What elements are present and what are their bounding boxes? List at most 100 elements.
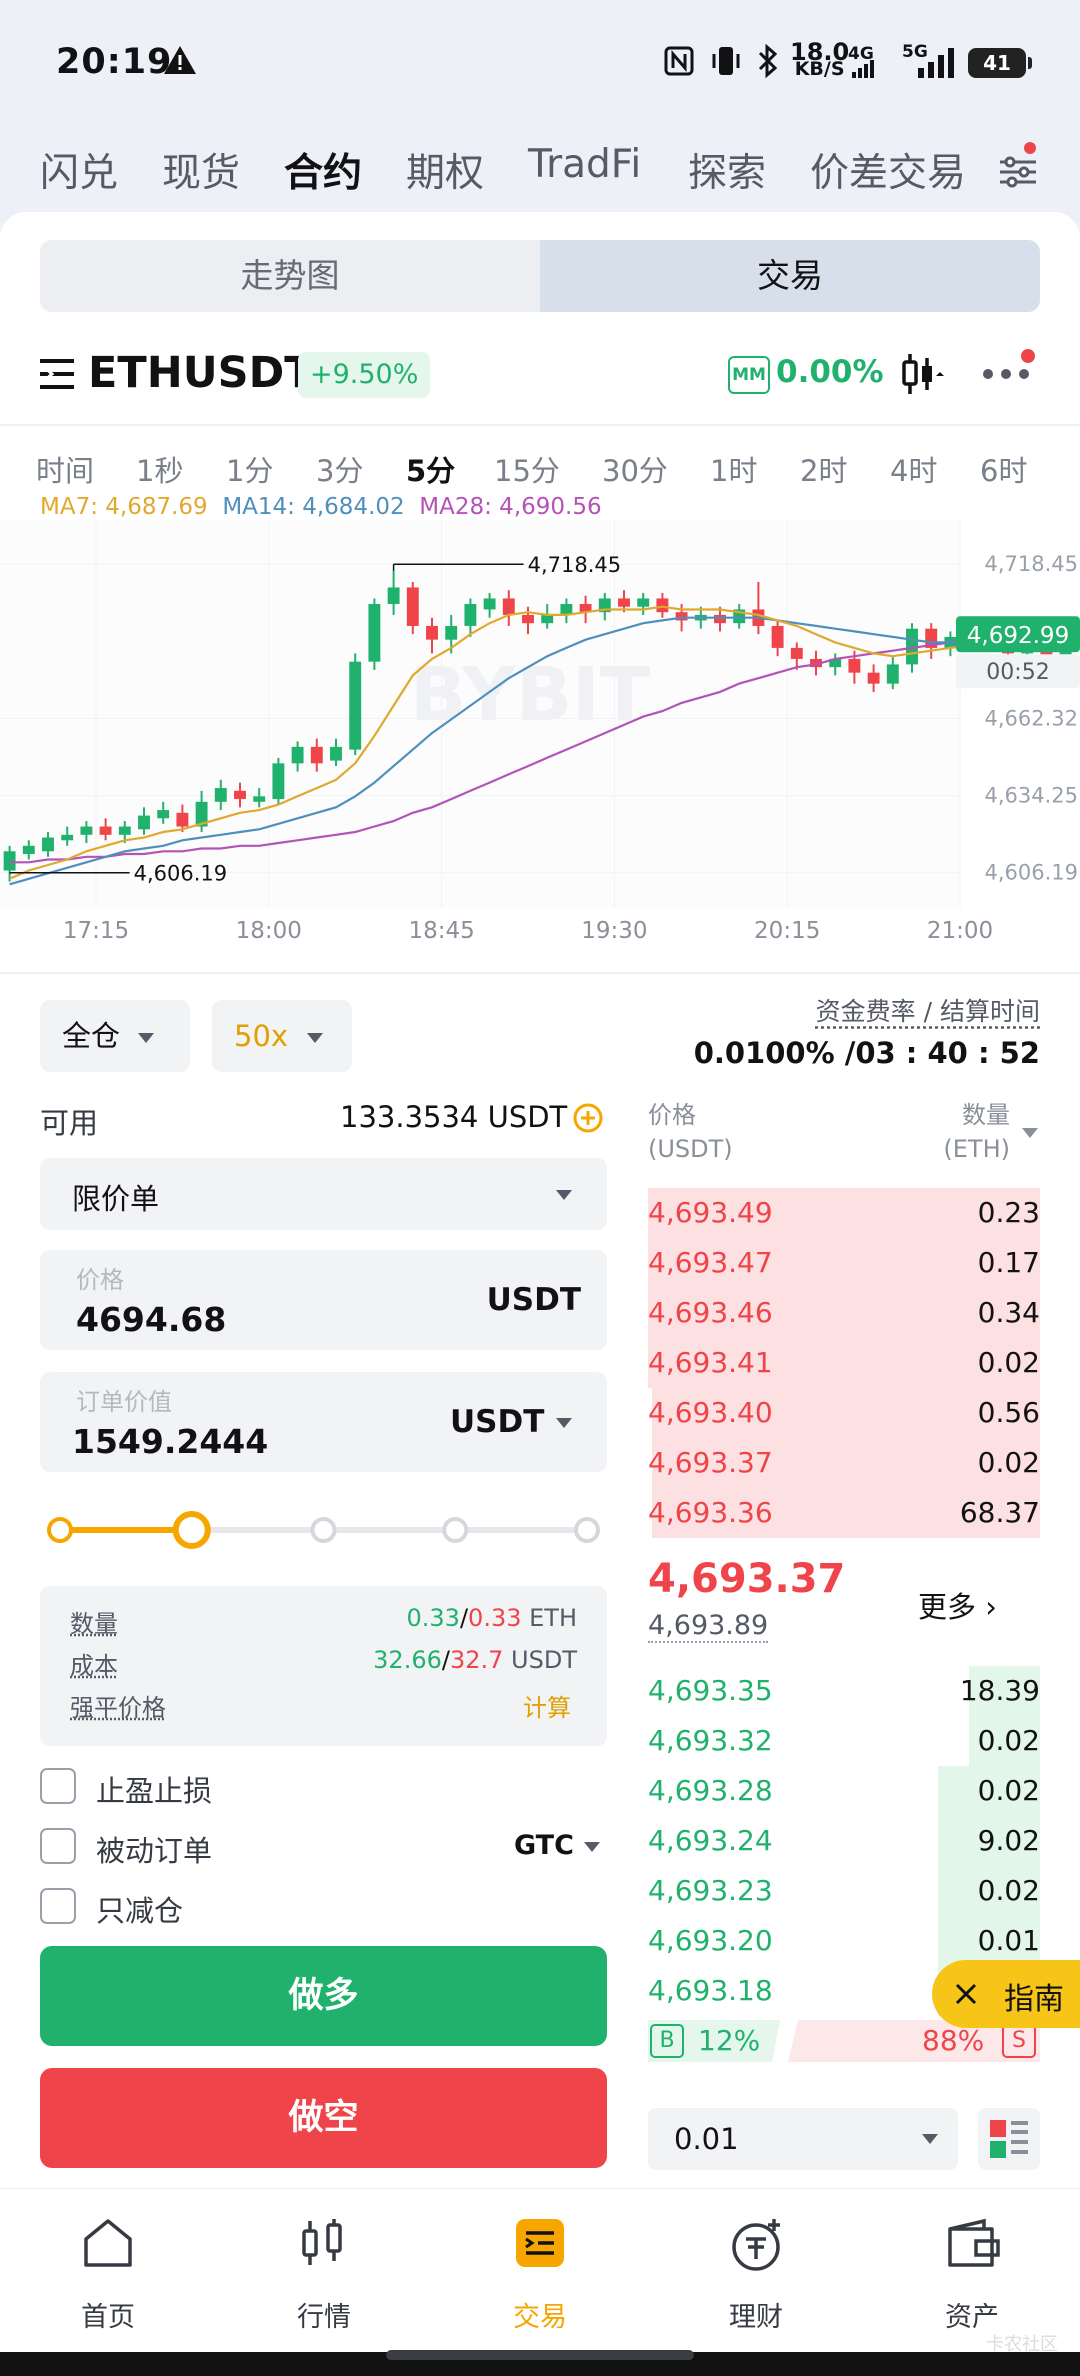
- instrument-symbol[interactable]: ETHUSDT: [88, 348, 314, 398]
- post-only-checkbox[interactable]: [40, 1828, 76, 1864]
- slider-stop[interactable]: [574, 1517, 600, 1543]
- ask-row[interactable]: 4,693.40 0.56: [648, 1388, 1040, 1438]
- ob-layout-button[interactable]: [978, 2108, 1040, 2170]
- menu-list-icon[interactable]: [40, 358, 76, 390]
- bottom-nav-markets[interactable]: 行情: [216, 2189, 432, 2353]
- nav-settings-icon[interactable]: [996, 140, 1040, 192]
- home-icon: [84, 2219, 132, 2267]
- bid-row[interactable]: 4,693.28 0.02: [648, 1766, 1040, 1816]
- order-value[interactable]: 1549.2444: [72, 1422, 268, 1461]
- quantity-slider[interactable]: [40, 1510, 607, 1550]
- reduce-only-checkbox[interactable]: [40, 1888, 76, 1924]
- long-button[interactable]: 做多: [40, 1946, 607, 2046]
- bottom-nav-home[interactable]: 首页: [0, 2189, 216, 2353]
- slider-thumb[interactable]: [172, 1511, 211, 1549]
- liq-calc-link[interactable]: 计算: [523, 1688, 571, 1723]
- ask-row[interactable]: 4,693.41 0.02: [648, 1338, 1040, 1388]
- top-nav-derivatives[interactable]: 合约: [284, 142, 362, 198]
- timeframe-3m[interactable]: 3分: [316, 448, 363, 490]
- precision-select[interactable]: 0.01: [648, 2108, 958, 2170]
- ma7-label: MA7: 4,687.69: [40, 494, 208, 520]
- top-nav-options[interactable]: 期权: [406, 142, 484, 198]
- tpsl-checkbox[interactable]: [40, 1768, 76, 1804]
- view-toggle: 走势图 交易: [40, 240, 1040, 312]
- timeframe-6h[interactable]: 6时: [980, 448, 1027, 490]
- timeframe-2h[interactable]: 2时: [800, 448, 847, 490]
- candle-body: [138, 815, 150, 830]
- ob-price: 4,693.47: [648, 1246, 773, 1279]
- ob-qty-header[interactable]: 数量 (ETH): [930, 1098, 1010, 1166]
- status-bar: 20:19 18.0 KB/S 4G 5G 41: [0, 0, 1080, 120]
- ask-row[interactable]: 4,693.47 0.17: [648, 1238, 1040, 1288]
- bid-row[interactable]: 4,693.24 9.02: [648, 1816, 1040, 1866]
- ask-row[interactable]: 4,693.37 0.02: [648, 1438, 1040, 1488]
- slider-stop[interactable]: [47, 1517, 73, 1543]
- candle-body: [157, 810, 170, 819]
- sell-percent: 88%: [922, 2024, 985, 2057]
- slider-stop[interactable]: [310, 1517, 337, 1543]
- bid-row[interactable]: 4,693.23 0.02: [648, 1866, 1040, 1916]
- candles-icon: [302, 2219, 342, 2265]
- chart-y-tick: 4,634.25: [984, 784, 1078, 808]
- tab-trade[interactable]: 交易: [540, 240, 1040, 312]
- timeframe-30m[interactable]: 30分: [602, 448, 668, 490]
- chart-y-tick: 4,606.19: [984, 861, 1078, 885]
- tab-chart[interactable]: 走势图: [40, 240, 540, 312]
- order-value-unit[interactable]: USDT: [450, 1404, 544, 1440]
- add-funds-icon[interactable]: [572, 1102, 604, 1134]
- top-nav-tradfi[interactable]: TradFi: [528, 142, 641, 187]
- chevron-down-icon: [922, 2134, 938, 2144]
- close-icon[interactable]: [954, 1982, 978, 2006]
- chevron-down-icon: [556, 1418, 572, 1428]
- high-marker-label: 4,718.45: [528, 553, 622, 577]
- top-nav-spot[interactable]: 现货: [162, 142, 240, 198]
- bid-row[interactable]: 4,693.20 0.01: [648, 1916, 1040, 1966]
- bottom-nav-earn[interactable]: 理财: [648, 2189, 864, 2353]
- candle-body: [80, 826, 93, 835]
- top-nav-spread[interactable]: 价差交易: [810, 142, 970, 198]
- short-button[interactable]: 做空: [40, 2068, 607, 2168]
- chevron-down-icon[interactable]: [1022, 1128, 1038, 1138]
- bid-row[interactable]: 4,693.35 18.39: [648, 1666, 1040, 1716]
- buy-badge: B: [650, 2024, 684, 2058]
- leverage-select[interactable]: 50x: [212, 1000, 352, 1072]
- timeframe-1m[interactable]: 1分: [226, 448, 273, 490]
- ask-row[interactable]: 4,693.36 68.37: [648, 1488, 1040, 1538]
- mm-badge: MM: [728, 356, 770, 394]
- top-nav-convert[interactable]: 闪兑: [40, 142, 118, 198]
- bottom-nav-assets[interactable]: 资产: [864, 2189, 1080, 2353]
- ask-row[interactable]: 4,693.49 0.23: [648, 1188, 1040, 1238]
- timeframe-1h[interactable]: 1时: [710, 448, 757, 490]
- top-nav-explore[interactable]: 探索: [688, 142, 766, 198]
- timeframe-time[interactable]: 时间: [36, 448, 94, 490]
- price-unit: USDT: [486, 1282, 581, 1318]
- order-type-select[interactable]: 限价单: [40, 1158, 607, 1230]
- price-input[interactable]: 价格 4694.68 USDT: [40, 1250, 607, 1350]
- margin-mode-select[interactable]: 全仓: [40, 1000, 190, 1072]
- order-value-input[interactable]: 订单价值 1549.2444 USDT: [40, 1372, 607, 1472]
- battery-indicator: 41: [968, 48, 1032, 78]
- timeframe-15m[interactable]: 15分: [494, 448, 560, 490]
- timeframe-5m[interactable]: 5分: [406, 448, 455, 490]
- timeframe-4h[interactable]: 4时: [890, 448, 937, 490]
- ob-more-link[interactable]: 更多 ›: [918, 1584, 997, 1626]
- bid-row[interactable]: 4,693.32 0.02: [648, 1716, 1040, 1766]
- funding-label[interactable]: 资金费率 / 结算时间: [816, 992, 1040, 1028]
- slider-stop[interactable]: [442, 1517, 469, 1543]
- home-indicator[interactable]: [386, 2350, 694, 2360]
- bottom-nav-trade[interactable]: 交易: [432, 2189, 648, 2353]
- candle-body: [291, 746, 304, 764]
- tif-select[interactable]: GTC: [514, 1830, 574, 1861]
- price-chart[interactable]: 4,718.45 4,662.32 4,634.25 4,606.19 17:15 18:…: [0, 520, 1080, 970]
- timeframe-1s[interactable]: 1秒: [136, 448, 183, 490]
- more-options-icon[interactable]: [982, 348, 1038, 388]
- cost-label: 成本: [70, 1652, 118, 1680]
- ask-row[interactable]: 4,693.46 0.34: [648, 1288, 1040, 1338]
- chart-x-tick: 17:15: [63, 918, 129, 944]
- guide-button[interactable]: 指南: [932, 1960, 1080, 2028]
- price-field-value[interactable]: 4694.68: [76, 1300, 226, 1339]
- chart-type-icon[interactable]: [900, 352, 946, 396]
- bottom-nav-label: 理财: [729, 2302, 783, 2333]
- chart-x-tick: 21:00: [927, 918, 993, 944]
- chevron-down-icon: [306, 1033, 323, 1043]
